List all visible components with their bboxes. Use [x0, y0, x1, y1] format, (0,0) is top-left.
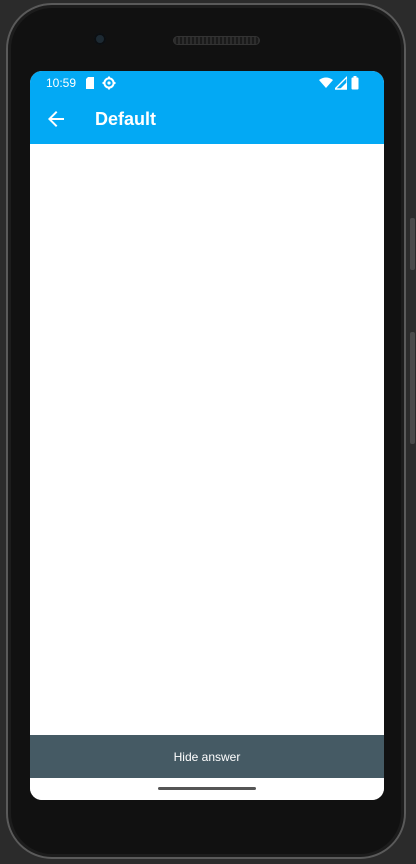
- app-bar: Default: [30, 95, 384, 144]
- content-area: [30, 144, 384, 735]
- screen: 10:59 Default Hide answer: [30, 71, 384, 800]
- battery-icon: [351, 76, 359, 90]
- home-indicator[interactable]: [158, 787, 256, 790]
- front-camera: [94, 33, 106, 45]
- gesture-nav-area: [30, 778, 384, 800]
- status-bar: 10:59: [30, 71, 384, 95]
- settings-gear-icon: [102, 76, 116, 90]
- page-title: Default: [95, 109, 157, 129]
- earpiece-speaker: [173, 36, 260, 45]
- status-time: 10:59: [46, 76, 77, 90]
- cell-signal-icon: [335, 76, 347, 90]
- arrow-back-icon[interactable]: [44, 107, 68, 131]
- hide-answer-button[interactable]: Hide answer: [30, 735, 384, 778]
- device-stage: 10:59 Default Hide answer: [0, 0, 416, 864]
- sd-card-icon: [86, 77, 94, 89]
- wifi-icon: [319, 77, 333, 88]
- power-button[interactable]: [410, 218, 415, 270]
- volume-button[interactable]: [410, 332, 415, 444]
- hide-answer-label: Hide answer: [173, 749, 241, 764]
